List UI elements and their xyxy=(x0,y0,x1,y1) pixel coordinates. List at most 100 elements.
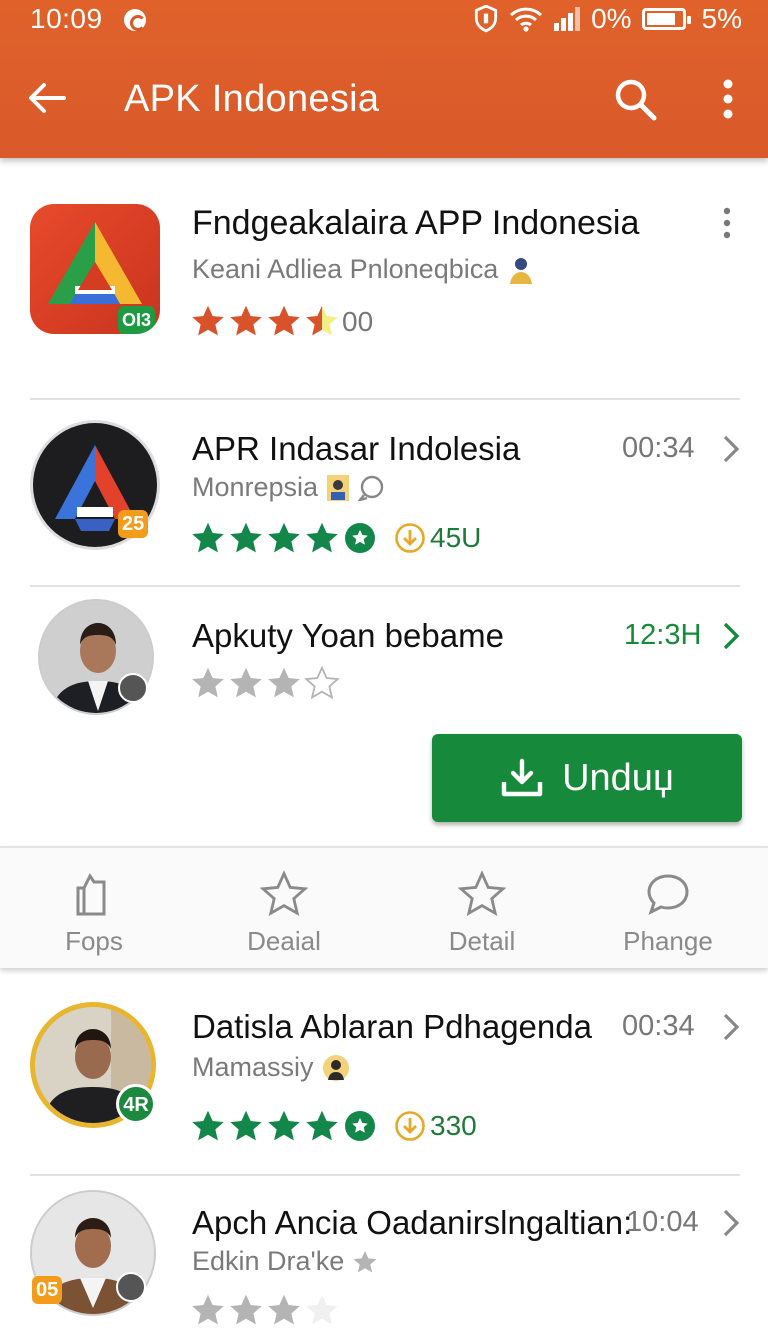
bag-icon xyxy=(76,873,106,916)
download-icon xyxy=(501,758,543,797)
list-item[interactable]: 05 Apch Ancia Oadanirslngaltian: 10:04 E… xyxy=(0,1176,768,1344)
app-badge: 4R xyxy=(116,1084,156,1124)
rating-stars xyxy=(190,303,340,339)
battery-percent: 5% xyxy=(701,3,742,34)
star-icon xyxy=(228,303,264,339)
app-developer: Edkin Dra'ke xyxy=(192,1246,345,1276)
notification-icon xyxy=(124,9,146,31)
star-icon xyxy=(260,870,308,918)
star-half-icon xyxy=(304,303,340,339)
edit-badge-icon xyxy=(118,673,148,703)
nav-item-deaial[interactable]: Deaial xyxy=(204,848,364,968)
chevron-right-icon[interactable] xyxy=(720,1208,742,1238)
download-count: 330 xyxy=(394,1110,477,1142)
star-icon xyxy=(266,1108,302,1144)
list-item[interactable]: Apkuty Yoan bebame 12:3H xyxy=(0,587,768,727)
star-icon xyxy=(266,665,302,701)
avatar-icon xyxy=(327,474,350,501)
app-title: Apch Ancia Oadanirslngaltian: xyxy=(192,1204,633,1241)
verified-badge-icon xyxy=(345,523,375,553)
list-item[interactable]: 4R Datisla Ablaran Pdhagenda 00:34 Mamas… xyxy=(0,990,768,1174)
download-count: 45U xyxy=(394,522,481,554)
nav-label: Detail xyxy=(448,926,516,956)
arrow-left-icon[interactable] xyxy=(24,76,68,120)
chat-icon xyxy=(647,874,689,915)
star-outline-icon xyxy=(304,665,340,701)
item-time: 10:04 xyxy=(626,1206,699,1238)
item-time: 00:34 xyxy=(622,1010,695,1042)
nav-item-phange[interactable]: Phange xyxy=(588,848,748,968)
download-button-label: Unduџ xyxy=(562,756,674,799)
star-icon xyxy=(228,665,264,701)
nav-label: Deaial xyxy=(247,926,321,956)
star-icon xyxy=(190,1108,226,1144)
app-subtitle-line: Mamassiy xyxy=(192,1052,350,1083)
rating-stars xyxy=(190,665,340,701)
download-button[interactable]: Unduџ xyxy=(432,734,742,822)
bottom-navigation: Fops Deaial Detail Phange xyxy=(0,846,768,968)
app-title: Fndgeakalaira APP Indonesia xyxy=(192,204,640,242)
app-subtitle-line: Monrepsia xyxy=(192,472,384,503)
star-icon xyxy=(190,520,226,556)
rating-stars xyxy=(190,1292,340,1328)
nav-item-detail[interactable]: Detail xyxy=(402,848,562,968)
app-title: Datisla Ablaran Pdhagenda xyxy=(192,1008,592,1045)
shield-icon xyxy=(474,5,498,33)
app-title: APR Indasar Indolesia xyxy=(192,430,521,467)
status-bar: 10:09 0% 5% xyxy=(0,0,768,40)
edit-badge-icon xyxy=(116,1272,146,1302)
app-developer: Mamassiy xyxy=(192,1052,314,1082)
rating-stars xyxy=(190,1108,378,1144)
app-bar: 10:09 0% 5% APK Indonesia xyxy=(0,0,768,158)
app-title: Apkuty Yoan bebame xyxy=(192,617,504,654)
star-icon xyxy=(228,520,264,556)
item-time: 12:3H xyxy=(624,619,702,651)
app-developer: Keani Adliea Pnloneqbica xyxy=(192,254,499,284)
page-title: APK Indonesia xyxy=(124,78,380,120)
app-developer: Monrepsia xyxy=(192,472,319,502)
wifi-icon xyxy=(510,7,543,32)
star-icon xyxy=(190,1292,226,1328)
nav-item-fops[interactable]: Fops xyxy=(14,848,174,968)
nav-label: Phange xyxy=(623,926,713,956)
download-circle-icon xyxy=(395,1111,425,1141)
verified-badge-icon xyxy=(345,1111,375,1141)
signal-percent: 0% xyxy=(591,3,632,34)
download-count-value: 330 xyxy=(430,1110,477,1141)
rating-stars xyxy=(190,520,378,556)
star-icon xyxy=(190,303,226,339)
chevron-right-icon[interactable] xyxy=(720,621,742,651)
chevron-right-icon[interactable] xyxy=(720,434,742,464)
star-icon xyxy=(458,870,506,918)
star-icon xyxy=(228,1292,264,1328)
chat-icon xyxy=(358,475,384,501)
list-item[interactable]: 25 APR Indasar Indolesia 00:34 Monrepsia… xyxy=(0,400,768,586)
star-icon xyxy=(266,520,302,556)
star-icon xyxy=(266,1292,302,1328)
star-icon xyxy=(304,520,340,556)
star-icon xyxy=(190,665,226,701)
search-icon[interactable] xyxy=(612,76,658,122)
rating-count: 00 xyxy=(342,306,374,337)
featured-app-row[interactable]: ΟΙ3 Fndgeakalaira APP Indonesia Keani Ad… xyxy=(0,170,768,390)
status-indicators: 0% 5% xyxy=(473,3,742,35)
more-vertical-icon[interactable] xyxy=(712,76,744,122)
app-badge: 05 xyxy=(32,1276,63,1304)
star-icon xyxy=(304,1108,340,1144)
app-icon: ΟΙ3 xyxy=(30,204,160,334)
avatar-icon xyxy=(322,1054,349,1081)
chevron-right-icon[interactable] xyxy=(720,1012,742,1042)
app-badge: 25 xyxy=(118,510,149,538)
battery-icon xyxy=(641,8,691,30)
person-icon xyxy=(510,257,533,284)
item-time: 00:34 xyxy=(622,432,695,464)
download-count-value: 45U xyxy=(430,522,482,553)
app-subtitle-line: Keani Adliea Pnloneqbica xyxy=(192,254,536,285)
signal-icon xyxy=(554,7,581,31)
more-vertical-icon[interactable] xyxy=(718,206,736,240)
star-icon xyxy=(228,1108,264,1144)
app-badge: ΟΙ3 xyxy=(118,306,156,334)
app-subtitle-line: Edkin Dra'ke xyxy=(192,1246,378,1277)
toolbar: APK Indonesia xyxy=(0,58,768,138)
star-outline-icon xyxy=(304,1292,340,1328)
